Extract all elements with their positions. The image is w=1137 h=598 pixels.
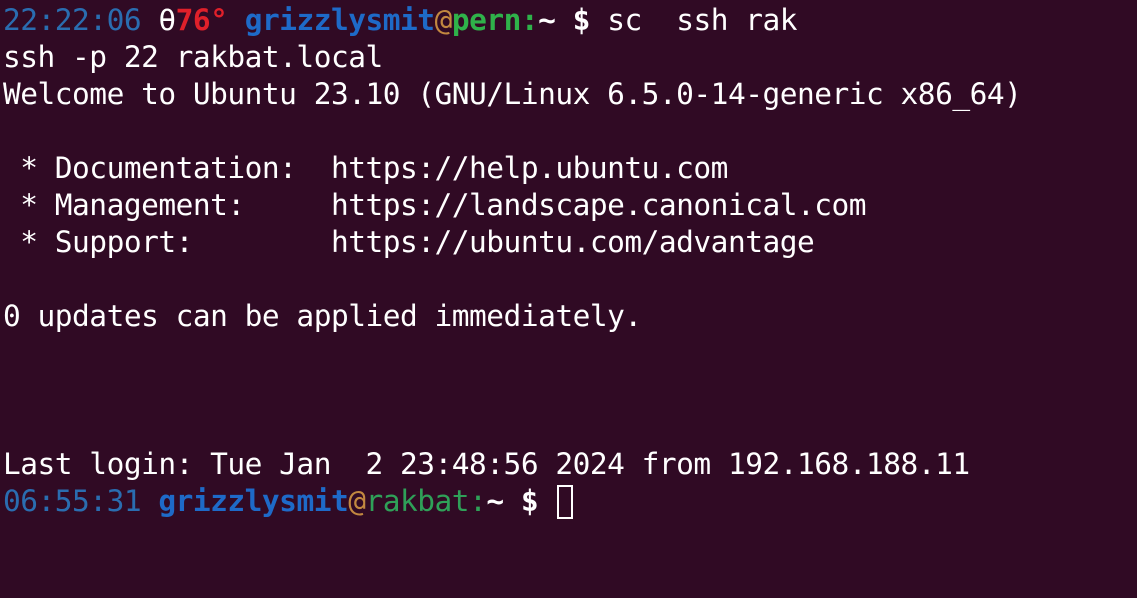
- prompt-host: rakbat: [365, 484, 470, 518]
- prompt-user: grizzlysmit: [158, 484, 349, 518]
- entered-command: sc ssh rak: [607, 3, 798, 37]
- temperature-readout: 76°: [175, 3, 228, 37]
- prompt-colon: :: [520, 3, 539, 37]
- management-line: * Management: https://landscape.canonica…: [3, 188, 867, 222]
- welcome-message: Welcome to Ubuntu 23.10 (GNU/Linux 6.5.0…: [3, 77, 1022, 111]
- support-line: * Support: https://ubuntu.com/advantage: [3, 225, 815, 259]
- theta-symbol: θ: [158, 3, 176, 37]
- prompt-symbol: $: [572, 3, 591, 37]
- prompt-colon: :: [469, 484, 487, 518]
- text-cursor[interactable]: [557, 485, 574, 519]
- prompt-time: 22:22:06: [3, 3, 142, 37]
- documentation-line: * Documentation: https://help.ubuntu.com: [3, 151, 728, 185]
- ssh-command-echo: ssh -p 22 rakbat.local: [3, 40, 383, 74]
- prompt-symbol: $: [520, 484, 539, 518]
- prompt-at: @: [348, 484, 366, 518]
- prompt-time: 06:55:31: [3, 484, 142, 518]
- prompt-line-local: 22:22:06 θ76° grizzlysmit@pern:~ $ sc ss…: [3, 2, 1137, 39]
- updates-message: 0 updates can be applied immediately.: [3, 299, 642, 333]
- prompt-path: ~: [538, 3, 556, 37]
- prompt-path: ~: [486, 484, 504, 518]
- prompt-at: @: [434, 3, 453, 37]
- prompt-line-remote[interactable]: 06:55:31 grizzlysmit@rakbat:~ $: [3, 483, 1137, 520]
- terminal-window[interactable]: 22:22:06 θ76° grizzlysmit@pern:~ $ sc ss…: [0, 0, 1137, 598]
- prompt-host: pern: [451, 3, 522, 37]
- last-login-line: Last login: Tue Jan 2 23:48:56 2024 from…: [3, 447, 970, 481]
- prompt-user: grizzlysmit: [244, 3, 435, 37]
